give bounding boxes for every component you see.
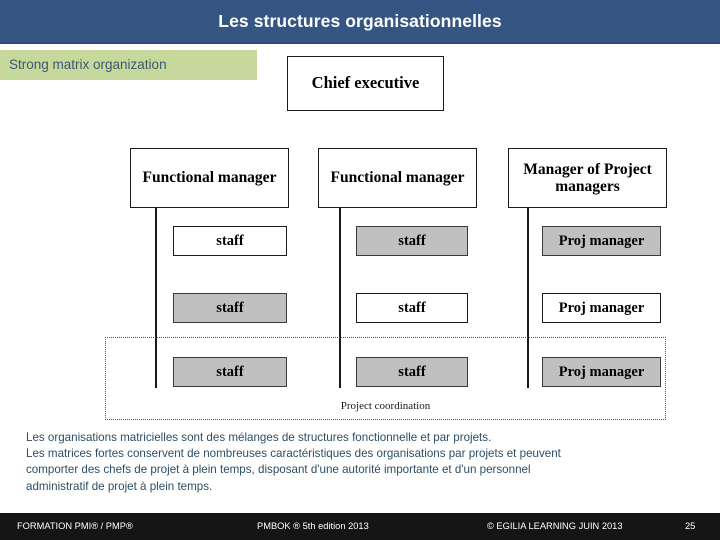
- node-proj-manager: Proj manager: [542, 357, 661, 387]
- org-chart: Chief executive Functional manager Funct…: [0, 0, 720, 430]
- node-staff: staff: [356, 226, 468, 256]
- footer-page-number: 25: [685, 521, 696, 531]
- node-manager-of-project-managers: Manager of Project managers: [508, 148, 667, 208]
- body-line: Les organisations matricielles sont des …: [26, 431, 492, 444]
- footer-formation-label: FORMATION PMI® / PMP®: [17, 521, 133, 531]
- body-line: comporter des chefs de projet à plein te…: [26, 463, 531, 477]
- footer-bar: FORMATION PMI® / PMP® PMBOK ® 5th editio…: [0, 513, 720, 540]
- node-staff: staff: [173, 357, 287, 387]
- footer-copyright-label: © EGILIA LEARNING JUIN 2013: [487, 521, 623, 531]
- node-staff: staff: [173, 226, 287, 256]
- body-line: Les matrices fortes conservent de nombre…: [26, 447, 561, 461]
- node-functional-manager-1: Functional manager: [130, 148, 289, 208]
- body-paragraph: Les organisations matricielles sont des …: [26, 430, 686, 495]
- body-line: administratif de projet à plein temps.: [26, 479, 213, 493]
- node-chief-executive: Chief executive: [287, 56, 444, 111]
- node-proj-manager: Proj manager: [542, 226, 661, 256]
- node-proj-manager: Proj manager: [542, 293, 661, 323]
- footer-source-label: PMBOK ® 5th edition 2013: [257, 521, 369, 531]
- node-functional-manager-2: Functional manager: [318, 148, 477, 208]
- node-staff: staff: [173, 293, 287, 323]
- project-coordination-label: Project coordination: [340, 400, 431, 412]
- node-staff: staff: [356, 357, 468, 387]
- node-staff: staff: [356, 293, 468, 323]
